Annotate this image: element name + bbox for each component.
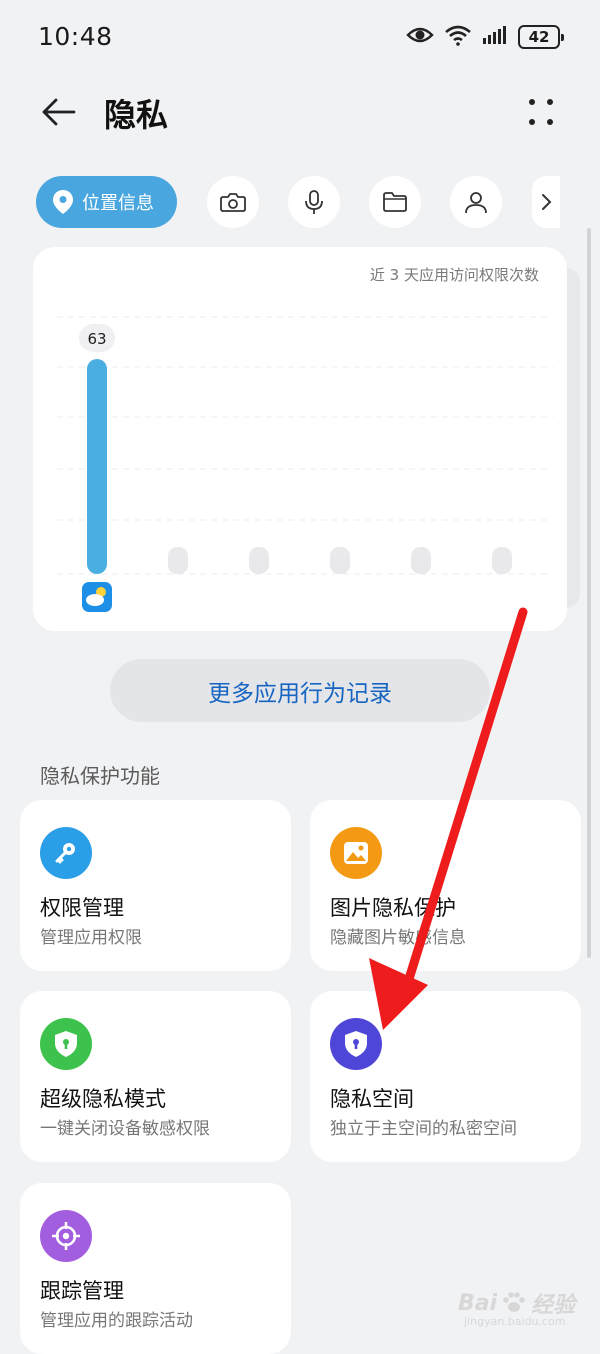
feature-desc: 隐藏图片敏感信息	[330, 928, 466, 948]
status-bar: 10:48 42	[0, 0, 600, 76]
chip-location-label: 位置信息	[82, 193, 154, 214]
chart-bar-empty	[330, 547, 350, 574]
feature-desc: 管理应用的跟踪活动	[40, 1311, 193, 1331]
battery-level: 42	[528, 28, 550, 46]
feature-title: 图片隐私保护	[330, 896, 456, 920]
watermark-text: Bai	[458, 1290, 498, 1316]
status-time: 10:48	[38, 22, 113, 51]
key-icon	[40, 827, 92, 879]
microphone-icon	[305, 190, 323, 214]
page-title: 隐私	[104, 96, 169, 134]
feature-desc: 一键关闭设备敏感权限	[40, 1119, 210, 1139]
camera-icon	[220, 193, 246, 212]
chevron-right-icon	[542, 194, 552, 210]
wifi-icon	[444, 24, 472, 50]
chart-bar-empty	[168, 547, 188, 574]
feature-title: 隐私空间	[330, 1087, 414, 1111]
feature-card-tracking-management[interactable]: 跟踪管理 管理应用的跟踪活动	[20, 1183, 291, 1354]
chart-bar-empty	[492, 547, 512, 574]
permission-filter-chips: 位置信息	[36, 176, 600, 228]
feature-card-super-privacy-mode[interactable]: 超级隐私模式 一键关闭设备敏感权限	[20, 991, 291, 1162]
chart-bar[interactable]	[87, 359, 107, 574]
chip-scroll-next[interactable]	[532, 176, 560, 228]
chart-bar-empty	[249, 547, 269, 574]
more-records-label: 更多应用行为记录	[208, 680, 392, 707]
feature-desc: 管理应用权限	[40, 928, 142, 948]
header: 隐私	[0, 76, 600, 150]
arrow-left-icon	[42, 98, 76, 126]
feature-card-image-privacy[interactable]: 图片隐私保护 隐藏图片敏感信息	[310, 800, 581, 971]
chip-microphone[interactable]	[288, 176, 340, 228]
section-title: 隐私保护功能	[40, 764, 160, 788]
contacts-icon	[465, 192, 487, 214]
watermark-sub: jingyan.baidu.com	[464, 1315, 566, 1328]
chart-bar-empty	[411, 547, 431, 574]
feature-desc: 独立于主空间的私密空间	[330, 1119, 517, 1139]
shield-lock-icon	[330, 1018, 382, 1070]
battery-icon: 42	[518, 25, 564, 49]
privacy-page: 10:48 42 隐私 位置信息 近 3 天应用访问权限次数 63 更多应用行为…	[0, 0, 600, 1354]
data-label: 63	[87, 330, 106, 348]
paw-icon	[503, 1292, 525, 1312]
chip-files[interactable]	[369, 176, 421, 228]
more-options-button[interactable]	[520, 90, 564, 134]
permission-chart-card: 近 3 天应用访问权限次数 63	[33, 247, 567, 631]
more-records-button[interactable]: 更多应用行为记录	[110, 659, 490, 722]
image-icon	[330, 827, 382, 879]
feature-title: 超级隐私模式	[40, 1087, 166, 1111]
scrollbar[interactable]	[587, 228, 591, 958]
status-icons: 42	[406, 24, 564, 50]
location-pin-icon	[53, 190, 73, 214]
eye-icon	[406, 25, 434, 49]
back-button[interactable]	[36, 90, 80, 134]
feature-title: 权限管理	[40, 896, 124, 920]
signal-icon	[482, 25, 508, 49]
permission-chart: 63	[57, 316, 553, 612]
chip-contacts[interactable]	[450, 176, 502, 228]
watermark: Bai 经验 jingyan.baidu.com	[458, 1287, 575, 1329]
feature-card-permission-management[interactable]: 权限管理 管理应用权限	[20, 800, 291, 971]
feature-card-private-space[interactable]: 隐私空间 独立于主空间的私密空间	[310, 991, 581, 1162]
chip-camera[interactable]	[207, 176, 259, 228]
folder-icon	[383, 192, 407, 212]
shield-lock-icon	[40, 1018, 92, 1070]
feature-title: 跟踪管理	[40, 1279, 124, 1303]
weather-app-icon	[82, 582, 112, 612]
chip-location[interactable]: 位置信息	[36, 176, 177, 228]
target-icon	[40, 1210, 92, 1262]
